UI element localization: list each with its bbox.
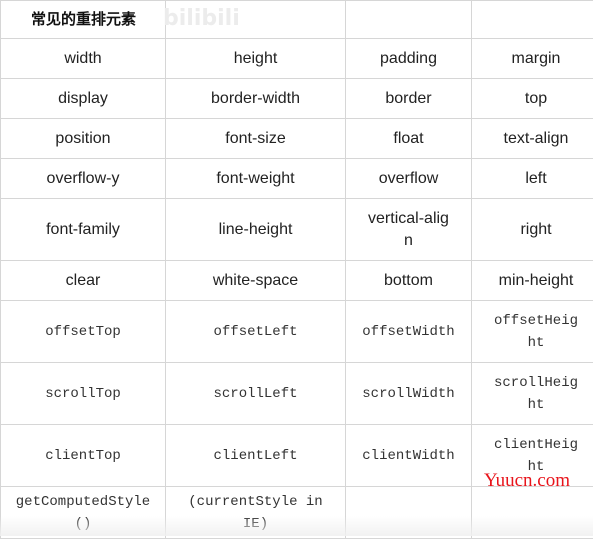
table-cell: border	[346, 79, 472, 119]
table-title: 常见的重排元素	[1, 1, 166, 39]
table-cell: height	[166, 39, 346, 79]
table-cell: clear	[1, 261, 166, 301]
table-row: offsetTopoffsetLeftoffsetWidthoffsetHeig…	[1, 301, 593, 363]
table-cell: overflow	[346, 159, 472, 199]
table-cell: display	[1, 79, 166, 119]
table-row: widthheightpaddingmargin	[1, 39, 593, 79]
table-row: scrollTopscrollLeftscrollWidthscrollHeig…	[1, 363, 593, 425]
table-header-row: 常见的重排元素	[1, 1, 593, 39]
table-cell: font-family	[1, 199, 166, 261]
bottom-fade	[0, 516, 593, 536]
table-cell: white-space	[166, 261, 346, 301]
table-cell: min-height	[472, 261, 593, 301]
table-cell: scrollTop	[1, 363, 166, 425]
table-cell: border-width	[166, 79, 346, 119]
table-cell: overflow-y	[1, 159, 166, 199]
table-cell: float	[346, 119, 472, 159]
table-cell: right	[472, 199, 593, 261]
table-cell: bottom	[346, 261, 472, 301]
table-cell: line-height	[166, 199, 346, 261]
site-watermark: Yuucn.com	[484, 470, 570, 492]
table-cell: offsetLeft	[166, 301, 346, 363]
table-cell: top	[472, 79, 593, 119]
table-cell: clientWidth	[346, 425, 472, 487]
table-cell: scrollLeft	[166, 363, 346, 425]
table-row: positionfont-sizefloattext-align	[1, 119, 593, 159]
table-cell: scrollHeight	[472, 363, 593, 425]
table-cell: margin	[472, 39, 593, 79]
table-cell: clientLeft	[166, 425, 346, 487]
reflow-properties-table: 常见的重排元素 widthheightpaddingmargindisplayb…	[0, 0, 593, 539]
table-row: font-familyline-heightvertical-alignrigh…	[1, 199, 593, 261]
table-cell: width	[1, 39, 166, 79]
table-row: overflow-yfont-weightoverflowleft	[1, 159, 593, 199]
table-row: clearwhite-spacebottommin-height	[1, 261, 593, 301]
table-cell: left	[472, 159, 593, 199]
table-cell: vertical-align	[346, 199, 472, 261]
table-cell: offsetTop	[1, 301, 166, 363]
table-cell: font-size	[166, 119, 346, 159]
table-cell: offsetHeight	[472, 301, 593, 363]
bilibili-watermark: bilibili	[163, 6, 240, 31]
table-cell: scrollWidth	[346, 363, 472, 425]
table-cell: clientTop	[1, 425, 166, 487]
table-cell: offsetWidth	[346, 301, 472, 363]
table-cell: padding	[346, 39, 472, 79]
table-cell: position	[1, 119, 166, 159]
table-cell: font-weight	[166, 159, 346, 199]
table-row: displayborder-widthbordertop	[1, 79, 593, 119]
table-cell: text-align	[472, 119, 593, 159]
